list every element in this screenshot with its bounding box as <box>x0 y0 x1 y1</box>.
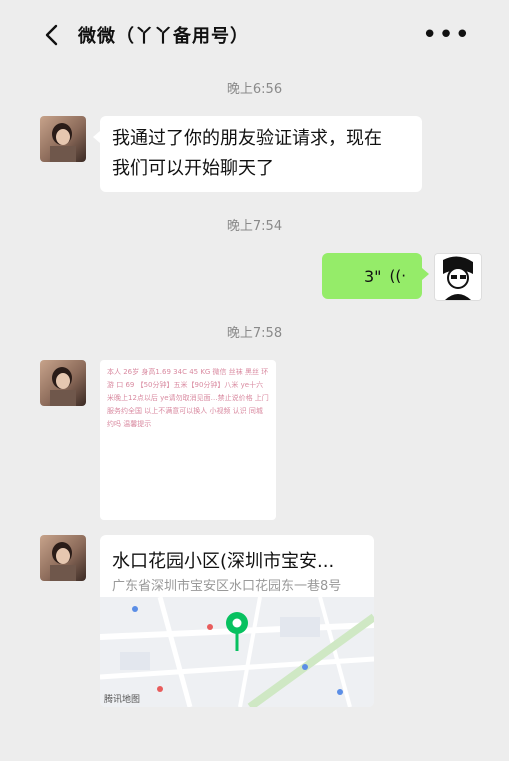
more-icon[interactable]: ••• <box>422 22 471 48</box>
location-message[interactable]: 水口花园小区(深圳市宝安... 广东省深圳市宝安区水口花园东一巷8号 腾讯地图 <box>100 535 374 707</box>
timestamp: 晚上7:58 <box>226 326 283 341</box>
map-watermark: 腾讯地图 <box>104 695 141 705</box>
image-content-text: 本人 26岁 身高1.69 34C 45 KG 微信 丝袜 黑丝 环游 口 69… <box>107 368 269 428</box>
message-list[interactable]: 晚上6:56 我通过了你的朋友验证请求，现在 我们可以开始聊天了 晚上7:54 … <box>24 70 485 761</box>
message-bubble[interactable]: 我通过了你的朋友验证请求，现在 我们可以开始聊天了 <box>93 116 422 192</box>
image-message[interactable]: 本人 26岁 身高1.69 34C 45 KG 微信 丝袜 黑丝 环游 口 69… <box>100 360 276 520</box>
chevron-left-icon[interactable] <box>38 22 64 48</box>
timestamp: 晚上6:56 <box>226 82 283 97</box>
my-avatar[interactable] <box>434 253 482 301</box>
contact-avatar[interactable] <box>40 116 86 162</box>
map-preview[interactable]: 腾讯地图 <box>100 597 374 707</box>
message-text: 我们可以开始聊天了 <box>112 158 274 179</box>
message-text: 我通过了你的朋友验证请求，现在 <box>112 128 382 149</box>
contact-avatar[interactable] <box>40 360 86 406</box>
location-address: 广东省深圳市宝安区水口花园东一巷8号 <box>112 579 342 594</box>
voice-duration: 3" <box>363 266 382 286</box>
voice-wave-icon: ((· <box>389 267 406 285</box>
voice-message[interactable]: 3" ((· <box>322 253 429 299</box>
chat-title: 微微（丫丫备用号） <box>78 26 249 47</box>
navigation-bar: 微微（丫丫备用号） ••• <box>24 0 485 70</box>
location-title: 水口花园小区(深圳市宝安... <box>112 551 335 572</box>
contact-avatar[interactable] <box>40 535 86 581</box>
timestamp: 晚上7:54 <box>226 219 283 234</box>
chat-window: 微微（丫丫备用号） ••• 晚上6:56 我通过了你的朋友验证请求，现在 我们可… <box>0 0 509 761</box>
